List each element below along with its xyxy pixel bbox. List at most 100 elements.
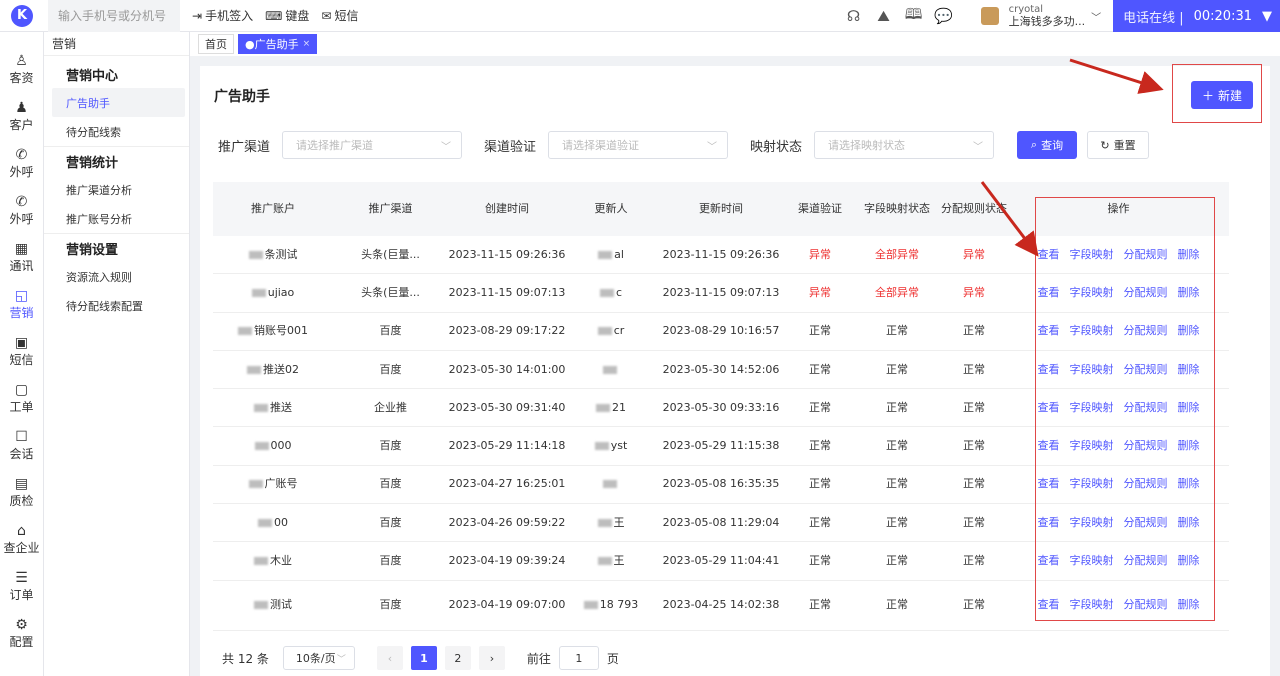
nav-item-0[interactable]: ♙ 客资 (0, 46, 43, 93)
nav-item-11[interactable]: ☰ 订单 (0, 563, 43, 610)
view-link[interactable]: 查看 (1038, 247, 1060, 263)
user-menu[interactable]: cryotal 上海钱多多功... ﹀ (980, 4, 1101, 28)
tab-home[interactable]: 首页 (198, 34, 234, 54)
sms-button[interactable]: ✉ 短信 (321, 7, 358, 24)
assign-rule-link[interactable]: 分配规则 (1124, 247, 1168, 263)
delete-link[interactable]: 删除 (1178, 515, 1200, 531)
nav-item-6[interactable]: ▣ 短信 (0, 328, 43, 375)
nav-item-1[interactable]: ♟ 客户 (0, 93, 43, 140)
field-mapping-link[interactable]: 字段映射 (1070, 285, 1114, 301)
menu-item-account-analysis[interactable]: 推广账号分析 (44, 204, 189, 233)
assign-rule-link[interactable]: 分配规则 (1124, 285, 1168, 301)
marketing-icon: ◱ (14, 288, 29, 304)
assign-rule-link[interactable]: 分配规则 (1124, 400, 1168, 416)
menu-item-inflow-rules[interactable]: 资源流入规则 (44, 262, 189, 291)
page-2-button[interactable]: 2 (444, 646, 471, 670)
table-row: 000 百度 2023-05-29 11:14:18 yst 2023-05-29 11… (213, 427, 1229, 466)
app-logo[interactable]: K (0, 0, 44, 32)
delete-link[interactable]: 删除 (1178, 400, 1200, 416)
field-mapping-link[interactable]: 字段映射 (1070, 323, 1114, 339)
assign-rule-link[interactable]: 分配规则 (1124, 597, 1168, 613)
query-button[interactable]: ⌕ 查询 (1017, 131, 1077, 159)
delete-link[interactable]: 删除 (1178, 476, 1200, 492)
field-mapping-link[interactable]: 字段映射 (1070, 515, 1114, 531)
cell-updated: 2023-11-15 09:07:13 (662, 285, 780, 299)
cell-created: 2023-08-29 09:17:22 (448, 324, 566, 338)
channel-select[interactable]: 请选择推广渠道 ﹀ (282, 131, 463, 159)
caret-down-icon[interactable]: ▼ (1262, 9, 1272, 24)
nav-item-9[interactable]: ▤ 质检 (0, 469, 43, 516)
chat-bubble-icon[interactable]: 💬 (931, 3, 957, 29)
view-link[interactable]: 查看 (1038, 400, 1060, 416)
nav-item-2[interactable]: ✆ 外呼 (0, 140, 43, 187)
delete-link[interactable]: 删除 (1178, 553, 1200, 569)
phone-number-input[interactable]: 输入手机号或分机号 (48, 0, 180, 32)
menu-item-pending-leads-config[interactable]: 待分配线索配置 (44, 291, 189, 320)
view-link[interactable]: 查看 (1038, 476, 1060, 492)
headset-icon[interactable]: ☊ (841, 3, 867, 29)
nav-item-12[interactable]: ⚙ 配置 (0, 610, 43, 657)
delete-link[interactable]: 删除 (1178, 323, 1200, 339)
assign-rule-link[interactable]: 分配规则 (1124, 362, 1168, 378)
mapping-select[interactable]: 请选择映射状态 ﹀ (814, 131, 995, 159)
view-link[interactable]: 查看 (1038, 438, 1060, 454)
goto-page-input[interactable]: 1 (558, 646, 599, 670)
cell-channel: 百度 (379, 362, 402, 376)
assign-rule-link[interactable]: 分配规则 (1124, 476, 1168, 492)
delete-link[interactable]: 删除 (1178, 438, 1200, 454)
nav-item-3[interactable]: ✆ 外呼 (0, 187, 43, 234)
menu-item-channel-analysis[interactable]: 推广渠道分析 (44, 175, 189, 204)
view-link[interactable]: 查看 (1038, 362, 1060, 378)
cell-rule: 正常 (963, 400, 985, 414)
delete-link[interactable]: 删除 (1178, 285, 1200, 301)
view-link[interactable]: 查看 (1038, 597, 1060, 613)
page-1-button[interactable]: 1 (410, 646, 437, 670)
refresh-icon: ↻ (1100, 138, 1110, 152)
tab-ad-assistant[interactable]: ●广告助手 × (238, 34, 318, 54)
field-mapping-link[interactable]: 字段映射 (1070, 553, 1114, 569)
view-link[interactable]: 查看 (1038, 553, 1060, 569)
next-page-button[interactable]: › (478, 646, 505, 670)
field-mapping-link[interactable]: 字段映射 (1070, 400, 1114, 416)
call-status-bar[interactable]: 电话在线 | 00:20:31 ▼ (1113, 0, 1280, 32)
nav-item-5[interactable]: ◱ 营销 (0, 281, 43, 328)
redacted-mark (258, 518, 272, 527)
nav-item-4[interactable]: ▦ 通讯 (0, 234, 43, 281)
delete-link[interactable]: 删除 (1178, 247, 1200, 263)
cell-created: 2023-04-27 16:25:01 (448, 477, 566, 491)
view-link[interactable]: 查看 (1038, 285, 1060, 301)
new-button[interactable]: ＋新建 (1191, 81, 1253, 109)
field-mapping-link[interactable]: 字段映射 (1070, 597, 1114, 613)
field-mapping-link[interactable]: 字段映射 (1070, 362, 1114, 378)
assign-rule-link[interactable]: 分配规则 (1124, 323, 1168, 339)
assign-rule-link[interactable]: 分配规则 (1124, 553, 1168, 569)
assign-rule-link[interactable]: 分配规则 (1124, 515, 1168, 531)
chart-icon[interactable]: ⛰ (871, 3, 897, 29)
nav-item-7[interactable]: ▢ 工单 (0, 375, 43, 422)
prev-page-button[interactable]: ‹ (376, 646, 403, 670)
view-link[interactable]: 查看 (1038, 323, 1060, 339)
delete-link[interactable]: 删除 (1178, 362, 1200, 378)
menu-item-pending-leads[interactable]: 待分配线索 (44, 117, 189, 146)
cell-updated: 2023-05-29 11:04:41 (662, 554, 780, 568)
field-mapping-link[interactable]: 字段映射 (1070, 438, 1114, 454)
field-mapping-link[interactable]: 字段映射 (1070, 476, 1114, 492)
cell-created: 2023-05-29 11:14:18 (448, 439, 566, 453)
delete-link[interactable]: 删除 (1178, 597, 1200, 613)
assign-rule-link[interactable]: 分配规则 (1124, 438, 1168, 454)
menu-item-ad-assistant[interactable]: 广告助手 (52, 88, 185, 117)
book-icon[interactable]: 🕮 (901, 3, 927, 29)
phone-checkin-button[interactable]: ⇥ 手机签入 (192, 7, 253, 24)
nav-item-8[interactable]: ☐ 会话 (0, 422, 43, 469)
field-mapping-link[interactable]: 字段映射 (1070, 247, 1114, 263)
keyboard-icon: ⌨ (265, 8, 283, 23)
reset-button[interactable]: ↻ 重置 (1087, 131, 1149, 159)
view-link[interactable]: 查看 (1038, 515, 1060, 531)
verify-select[interactable]: 请选择渠道验证 ﹀ (548, 131, 729, 159)
page-size-select[interactable]: 10条/页 ﹀ (282, 646, 355, 670)
close-icon[interactable]: × (303, 39, 311, 49)
keyboard-button[interactable]: ⌨ 键盘 (265, 7, 309, 24)
redacted-mark (597, 518, 612, 527)
nav-item-10[interactable]: ⌂ 查企业 (0, 516, 43, 563)
row-actions: 查看 字段映射 分配规则 删除 (1008, 553, 1229, 569)
